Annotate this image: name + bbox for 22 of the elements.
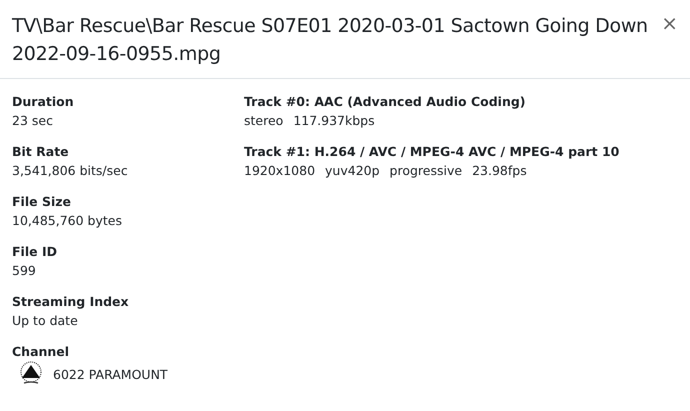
property-label: Streaming Index: [12, 293, 130, 311]
track-detail: yuv420p: [325, 162, 380, 180]
property-value: 599: [12, 262, 37, 280]
track-detail: 23.98fps: [472, 162, 527, 180]
property-label: Bit Rate: [12, 143, 70, 161]
property-value: 3,541,806 bits/sec: [12, 162, 129, 180]
property-label: Channel: [12, 343, 70, 361]
property-value: 10,485,760 bytes: [12, 212, 123, 230]
property-value: Up to date: [12, 312, 79, 330]
close-button[interactable]: ×: [657, 12, 682, 34]
property-value: 23 sec: [12, 112, 54, 130]
property-label: File ID: [12, 243, 58, 261]
property-label: Duration: [12, 93, 75, 111]
track-detail: stereo: [244, 112, 284, 130]
property-label: File Size: [12, 193, 72, 211]
track-detail: 117.937kbps: [293, 112, 375, 130]
track-title: Track #1: H.264 / AVC / MPEG-4 AVC / MPEG-4 part 10: [244, 143, 620, 161]
dialog-title: TV\Bar Rescue\Bar Rescue S07E01 2020-03-01 Sactown Going Down 2022-09-16-0955.mpg: [12, 14, 649, 67]
track-title: Track #0: AAC (Advanced Audio Coding): [244, 93, 527, 111]
track-detail: 1920x1080: [244, 162, 316, 180]
track-detail: progressive: [390, 162, 462, 180]
channel-name: 6022 PARAMOUNT: [53, 366, 168, 384]
